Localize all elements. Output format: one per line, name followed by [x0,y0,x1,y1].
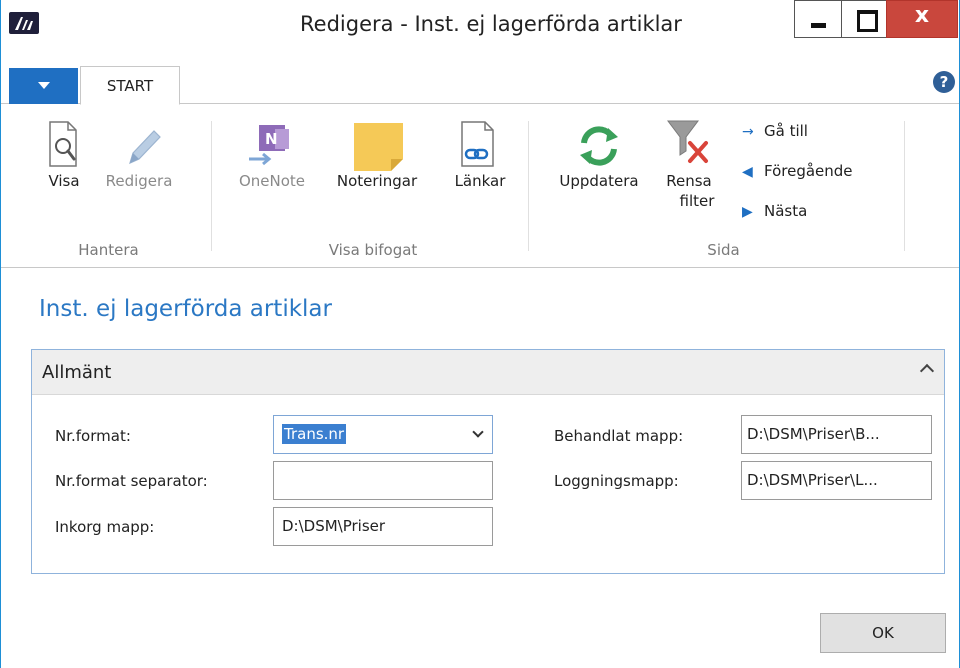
ribbon: Visa Redigera Hantera N OneNote Notering… [1,105,959,268]
triangle-left-icon: ◀ [742,164,753,180]
view-document-icon [49,121,77,167]
close-icon: x [914,3,930,28]
fasttab-header[interactable]: Allmänt [32,350,944,395]
visa-button[interactable]: Visa [41,119,87,199]
uppdatera-label: Uppdatera [559,172,639,190]
pencil-icon [129,130,161,165]
nasta-label: Nästa [764,202,808,220]
link-document-icon [461,121,494,167]
page-title: Inst. ej lagerförda artiklar [39,296,332,322]
refresh-icon [580,126,618,166]
chevron-down-icon[interactable] [472,426,484,438]
sticky-note-icon [354,123,403,171]
svg-text:N: N [265,130,278,148]
maximize-button[interactable] [841,0,887,38]
ok-button[interactable]: OK [820,613,946,653]
app-logo-icon [9,12,39,34]
fasttab-allmant: Allmänt Nr.format: Trans.nr Nr.format se… [31,349,945,574]
ga-till-button[interactable]: → Gå till [742,122,808,140]
nasta-button[interactable]: ▶ Nästa [742,202,807,220]
group-sida-label: Sida [707,241,740,259]
redigera-button[interactable]: Redigera [104,119,174,199]
app-window: Redigera - Inst. ej lagerförda artiklar … [0,0,960,668]
ribbon-separator [211,121,212,251]
redigera-label: Redigera [105,172,173,190]
ribbon-separator [528,121,529,251]
group-hantera-label: Hantera [78,241,139,259]
behandlat-mapp-input[interactable]: D:\DSM\Priser\B... [741,415,932,454]
onenote-icon: N [249,125,289,166]
noteringar-label: Noteringar [336,172,418,190]
inkorg-mapp-label: Inkorg mapp: [55,518,155,536]
rensa-filter-label-line1: Rensa [666,172,712,190]
rensa-filter-button[interactable]: Rensa filter [656,117,722,227]
chevron-up-icon[interactable] [919,363,935,379]
close-button[interactable]: x [886,0,958,38]
foregaende-button[interactable]: ◀ Föregående [742,162,853,180]
loggningsmapp-label: Loggningsmapp: [554,472,679,490]
fasttab-title: Allmänt [42,362,112,383]
minimize-button[interactable] [794,0,842,38]
window-title: Redigera - Inst. ej lagerförda artiklar [300,12,682,36]
lankar-label: Länkar [454,172,506,190]
behandlat-mapp-label: Behandlat mapp: [554,427,684,445]
ribbon-tabs: START ? [1,62,959,105]
visa-label: Visa [48,172,80,190]
nr-format-value: Trans.nr [282,424,347,444]
lankar-button[interactable]: Länkar [445,119,515,199]
tab-start[interactable]: START [80,66,180,105]
nr-format-select[interactable]: Trans.nr [273,415,493,454]
clear-filter-icon [667,120,708,163]
arrow-right-icon: → [742,124,754,140]
noteringar-button[interactable]: Noteringar [317,119,437,199]
nr-format-separator-input[interactable] [273,461,493,500]
rensa-filter-label-line2: filter [679,192,715,210]
app-menu-button[interactable] [9,68,78,104]
onenote-label: OneNote [238,172,306,190]
foregaende-label: Föregående [764,162,853,180]
uppdatera-button[interactable]: Uppdatera [546,119,652,199]
inkorg-mapp-input[interactable]: D:\DSM\Priser [273,507,493,546]
help-icon[interactable]: ? [933,71,955,93]
group-visa-bifogat-label: Visa bifogat [328,241,418,259]
nr-format-separator-label: Nr.format separator: [55,472,208,490]
ga-till-label: Gå till [764,122,808,140]
ribbon-separator [904,121,905,251]
loggningsmapp-input[interactable]: D:\DSM\Priser\L... [741,461,932,500]
triangle-right-icon: ▶ [742,204,753,220]
nr-format-label: Nr.format: [55,427,131,445]
title-bar[interactable]: Redigera - Inst. ej lagerförda artiklar … [1,0,959,56]
onenote-button[interactable]: N OneNote [231,119,313,199]
